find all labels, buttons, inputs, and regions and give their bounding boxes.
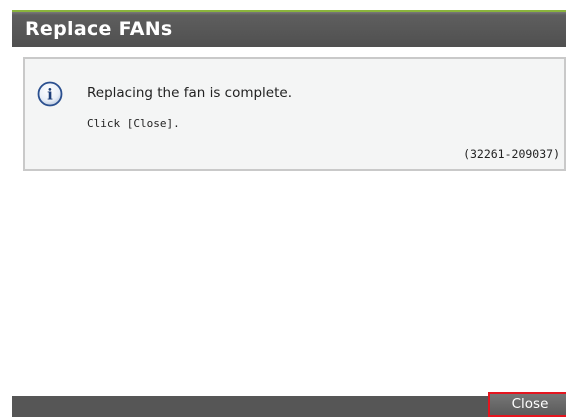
- dialog-title: Replace FANs: [25, 18, 173, 40]
- info-icon: i: [37, 81, 63, 107]
- message-instruction: Click [Close].: [87, 117, 180, 130]
- message-text: Replacing the fan is complete.: [87, 85, 293, 101]
- dialog-footer: Close: [12, 392, 566, 417]
- replace-fans-dialog: Replace FANs i Replacing the fan is comp…: [12, 10, 566, 417]
- message-code: (32261-209037): [463, 147, 560, 161]
- svg-text:i: i: [47, 86, 53, 104]
- message-panel: i Replacing the fan is complete. Click […: [23, 57, 566, 171]
- dialog-titlebar: Replace FANs: [12, 10, 566, 47]
- close-button[interactable]: Close: [488, 392, 566, 417]
